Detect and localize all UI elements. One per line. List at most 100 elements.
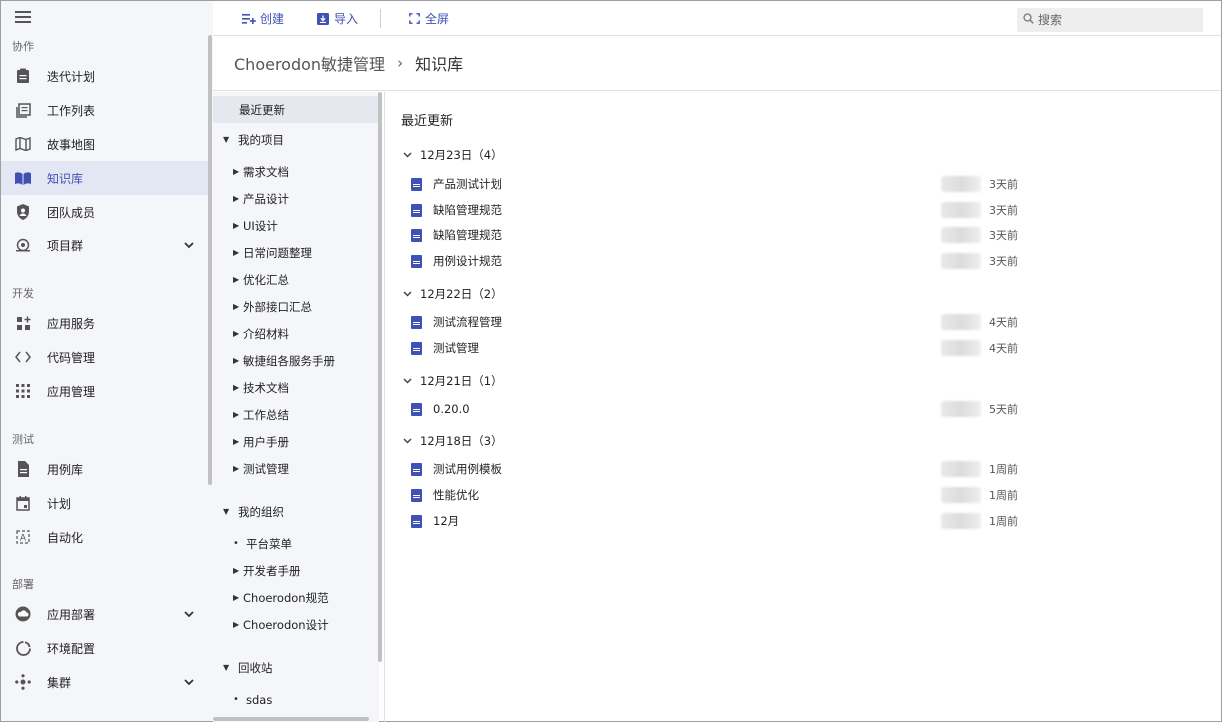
tree-item[interactable]: ▶ 优化汇总 — [213, 266, 379, 293]
doc-row[interactable]: 测试用例模板 1周前 — [411, 456, 1031, 482]
search-box[interactable] — [1017, 8, 1203, 32]
tree-item[interactable]: ▶ 用户手册 — [213, 428, 379, 455]
caret-right-icon[interactable]: ▶ — [233, 275, 239, 284]
chevron-down-icon[interactable] — [184, 607, 194, 621]
nav-item-program[interactable]: 项目群 — [1, 228, 209, 262]
doc-title[interactable]: 测试流程管理 — [433, 314, 502, 330]
caret-right-icon[interactable]: ▶ — [233, 437, 239, 446]
nav-item-label: 项目群 — [47, 238, 84, 253]
doc-row[interactable]: 缺陷管理规范 3天前 — [411, 197, 1031, 223]
nav-item-code-management[interactable]: 代码管理 — [1, 340, 209, 374]
doc-row[interactable]: 0.20.0 5天前 — [411, 396, 1031, 422]
doc-title[interactable]: 12月 — [433, 513, 459, 529]
nav-item-plan[interactable]: 计划 — [1, 486, 209, 520]
chevron-down-icon[interactable] — [403, 376, 412, 387]
tree-item-recent[interactable]: 最近更新 — [213, 96, 379, 123]
caret-right-icon[interactable]: ▶ — [233, 410, 239, 419]
caret-right-icon[interactable]: ▶ — [233, 620, 239, 629]
tree-item[interactable]: ▶ 产品设计 — [213, 185, 379, 212]
doc-title[interactable]: 0.20.0 — [433, 402, 470, 416]
nav-item-iteration-plan[interactable]: 迭代计划 — [1, 59, 209, 93]
date-group-header[interactable]: 12月22日（2） — [403, 286, 503, 302]
chevron-down-icon[interactable] — [184, 675, 194, 689]
tree-item[interactable]: ▶ UI设计 — [213, 212, 379, 239]
doc-row[interactable]: 用例设计规范 3天前 — [411, 248, 1031, 274]
tree-item[interactable]: ▶ 敏捷组各服务手册 — [213, 347, 379, 374]
doc-title[interactable]: 产品测试计划 — [433, 176, 502, 192]
nav-item-test-case-library[interactable]: 用例库 — [1, 452, 209, 486]
caret-right-icon[interactable]: ▶ — [233, 593, 239, 602]
nav-item-app-deployment[interactable]: 应用部署 — [1, 597, 209, 631]
date-group-header[interactable]: 12月23日（4） — [403, 147, 503, 163]
caret-down-icon[interactable]: ▼ — [223, 663, 229, 672]
caret-right-icon[interactable]: ▶ — [233, 194, 239, 203]
tree-group-recycle-bin[interactable]: ▼ 回收站 — [213, 654, 379, 681]
doc-row[interactable]: 缺陷管理规范 3天前 — [411, 222, 1031, 248]
tree-group-my-org[interactable]: ▼ 我的组织 — [213, 498, 379, 525]
create-button[interactable]: 创建 — [242, 1, 284, 36]
tree-item[interactable]: ▶ 日常问题整理 — [213, 239, 379, 266]
camera-icon — [15, 237, 31, 253]
doc-row[interactable]: 12月 1周前 — [411, 508, 1031, 534]
menu-icon[interactable] — [15, 11, 31, 25]
chevron-down-icon[interactable] — [403, 150, 412, 161]
nav-item-environment-config[interactable]: 环境配置 — [1, 631, 209, 665]
caret-right-icon[interactable]: ▶ — [233, 566, 239, 575]
chevron-down-icon[interactable] — [403, 289, 412, 300]
chevron-down-icon[interactable] — [403, 436, 412, 447]
caret-down-icon[interactable]: ▼ — [223, 507, 229, 516]
nav-item-work-list[interactable]: 工作列表 — [1, 93, 209, 127]
tree-item-label: Choerodon规范 — [243, 590, 329, 605]
tree-item[interactable]: • 平台菜单 — [213, 530, 379, 557]
doc-title[interactable]: 测试用例模板 — [433, 461, 502, 477]
tree-group-my-projects[interactable]: ▼ 我的项目 — [213, 126, 379, 153]
caret-down-icon[interactable]: ▼ — [223, 135, 229, 144]
bullet-icon: • — [233, 694, 239, 705]
tree-item[interactable]: ▶ 外部接口汇总 — [213, 293, 379, 320]
tree-item[interactable]: ▶ Choerodon规范 — [213, 584, 379, 611]
tree-item[interactable]: ▶ 工作总结 — [213, 401, 379, 428]
doc-row[interactable]: 测试流程管理 4天前 — [411, 309, 1031, 335]
tree-item[interactable]: ▶ 开发者手册 — [213, 557, 379, 584]
tree-item[interactable]: ▶ Choerodon设计 — [213, 611, 379, 638]
doc-row[interactable]: 性能优化 1周前 — [411, 482, 1031, 508]
doc-title[interactable]: 用例设计规范 — [433, 253, 502, 269]
caret-right-icon[interactable]: ▶ — [233, 464, 239, 473]
import-button[interactable]: 导入 — [316, 1, 358, 36]
caret-right-icon[interactable]: ▶ — [233, 356, 239, 365]
nav-item-automation[interactable]: A 自动化 — [1, 520, 209, 554]
doc-title[interactable]: 测试管理 — [433, 340, 479, 356]
search-input[interactable] — [1038, 13, 1188, 27]
doc-title[interactable]: 缺陷管理规范 — [433, 227, 502, 243]
tree-horizontal-scrollbar[interactable] — [213, 717, 369, 721]
doc-row[interactable]: 产品测试计划 3天前 — [411, 171, 1031, 197]
tree-item[interactable]: ▶ 测试管理 — [213, 455, 379, 482]
fullscreen-button[interactable]: 全屏 — [407, 1, 449, 36]
caret-right-icon[interactable]: ▶ — [233, 221, 239, 230]
tree-item[interactable]: ▶ 技术文档 — [213, 374, 379, 401]
nav-item-app-management[interactable]: 应用管理 — [1, 374, 209, 408]
bullet-icon: • — [233, 538, 239, 549]
tree-item[interactable]: ▶ 介绍材料 — [213, 320, 379, 347]
caret-right-icon[interactable]: ▶ — [233, 248, 239, 257]
caret-right-icon[interactable]: ▶ — [233, 329, 239, 338]
nav-item-story-map[interactable]: 故事地图 — [1, 127, 209, 161]
tree-scrollbar[interactable] — [378, 92, 382, 662]
date-group-header[interactable]: 12月18日（3） — [403, 433, 503, 449]
breadcrumb-root[interactable]: Choerodon敏捷管理 — [234, 51, 385, 75]
chevron-down-icon[interactable] — [184, 238, 194, 252]
caret-right-icon[interactable]: ▶ — [233, 383, 239, 392]
date-group-header[interactable]: 12月21日（1） — [403, 373, 503, 389]
doc-row[interactable]: 测试管理 4天前 — [411, 335, 1031, 361]
caret-right-icon[interactable]: ▶ — [233, 167, 239, 176]
tree-item[interactable]: ▶ 需求文档 — [213, 158, 379, 185]
nav-item-cluster[interactable]: 集群 — [1, 665, 209, 699]
tree-item[interactable]: • sdas — [213, 686, 379, 713]
doc-title[interactable]: 缺陷管理规范 — [433, 202, 502, 218]
nav-item-app-service[interactable]: 应用服务 — [1, 306, 209, 340]
caret-right-icon[interactable]: ▶ — [233, 302, 239, 311]
nav-item-knowledge-base[interactable]: 知识库 — [1, 161, 209, 195]
doc-title[interactable]: 性能优化 — [433, 487, 479, 503]
nav-item-team-members[interactable]: 团队成员 — [1, 195, 209, 229]
nav-scrollbar[interactable] — [208, 35, 212, 485]
